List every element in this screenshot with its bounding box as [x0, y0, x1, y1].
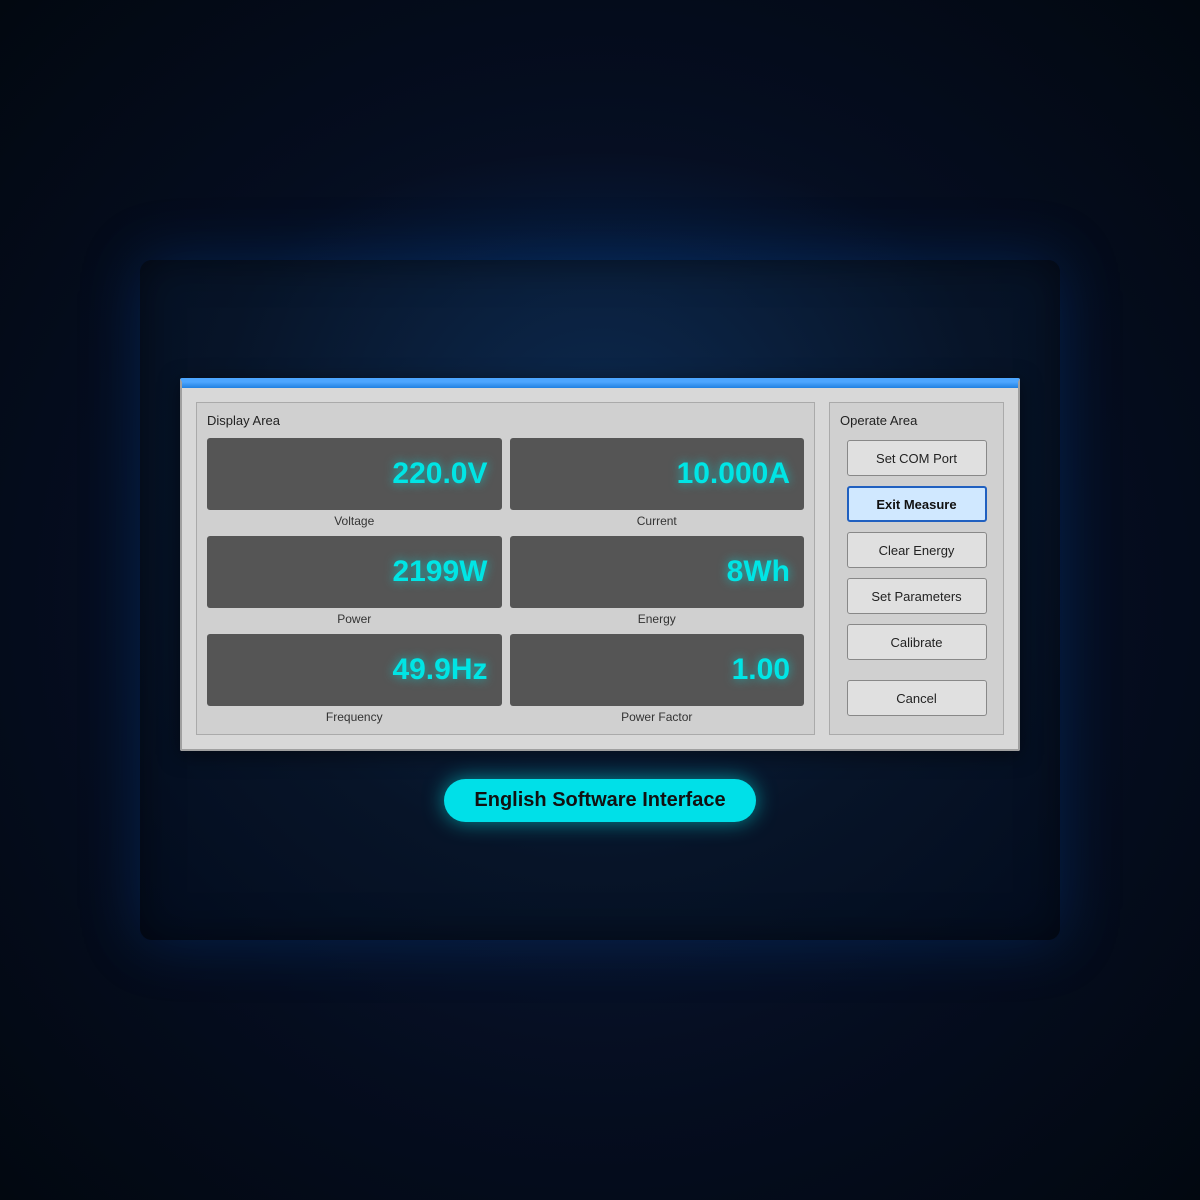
frequency-display: 49.9Hz: [207, 634, 502, 706]
window-content: Display Area 220.0V Voltage 10.000A Curr…: [182, 388, 1018, 749]
exit-measure-button[interactable]: Exit Measure: [847, 486, 987, 522]
footer-container: English Software Interface: [444, 779, 755, 822]
operate-area: Operate Area Set COM Port Exit Measure C…: [829, 402, 1004, 735]
current-cell: 10.000A Current: [510, 438, 805, 528]
calibrate-button[interactable]: Calibrate: [847, 624, 987, 660]
operate-buttons: Set COM Port Exit Measure Clear Energy S…: [840, 440, 993, 716]
frequency-label: Frequency: [326, 710, 383, 724]
voltage-display: 220.0V: [207, 438, 502, 510]
frequency-value: 49.9Hz: [392, 653, 487, 687]
display-area-label: Display Area: [207, 413, 804, 428]
voltage-value: 220.0V: [392, 457, 487, 491]
outer-container: Display Area 220.0V Voltage 10.000A Curr…: [140, 260, 1060, 940]
voltage-cell: 220.0V Voltage: [207, 438, 502, 528]
english-software-label: English Software Interface: [444, 779, 755, 822]
power-factor-value: 1.00: [732, 653, 790, 687]
power-display: 2199W: [207, 536, 502, 608]
energy-value: 8Wh: [727, 555, 790, 589]
set-com-port-button[interactable]: Set COM Port: [847, 440, 987, 476]
power-cell: 2199W Power: [207, 536, 502, 626]
operate-area-label: Operate Area: [840, 413, 993, 428]
power-factor-label: Power Factor: [621, 710, 692, 724]
display-area: Display Area 220.0V Voltage 10.000A Curr…: [196, 402, 815, 735]
set-parameters-button[interactable]: Set Parameters: [847, 578, 987, 614]
energy-cell: 8Wh Energy: [510, 536, 805, 626]
power-value: 2199W: [392, 555, 487, 589]
metrics-grid: 220.0V Voltage 10.000A Current 2199W: [207, 438, 804, 724]
cancel-button[interactable]: Cancel: [847, 680, 987, 716]
clear-energy-button[interactable]: Clear Energy: [847, 532, 987, 568]
frequency-cell: 49.9Hz Frequency: [207, 634, 502, 724]
current-display: 10.000A: [510, 438, 805, 510]
current-label: Current: [637, 514, 677, 528]
energy-display: 8Wh: [510, 536, 805, 608]
energy-label: Energy: [638, 612, 676, 626]
voltage-label: Voltage: [334, 514, 374, 528]
power-label: Power: [337, 612, 371, 626]
current-value: 10.000A: [677, 457, 790, 491]
power-factor-display: 1.00: [510, 634, 805, 706]
power-factor-cell: 1.00 Power Factor: [510, 634, 805, 724]
window-frame: Display Area 220.0V Voltage 10.000A Curr…: [180, 378, 1020, 751]
